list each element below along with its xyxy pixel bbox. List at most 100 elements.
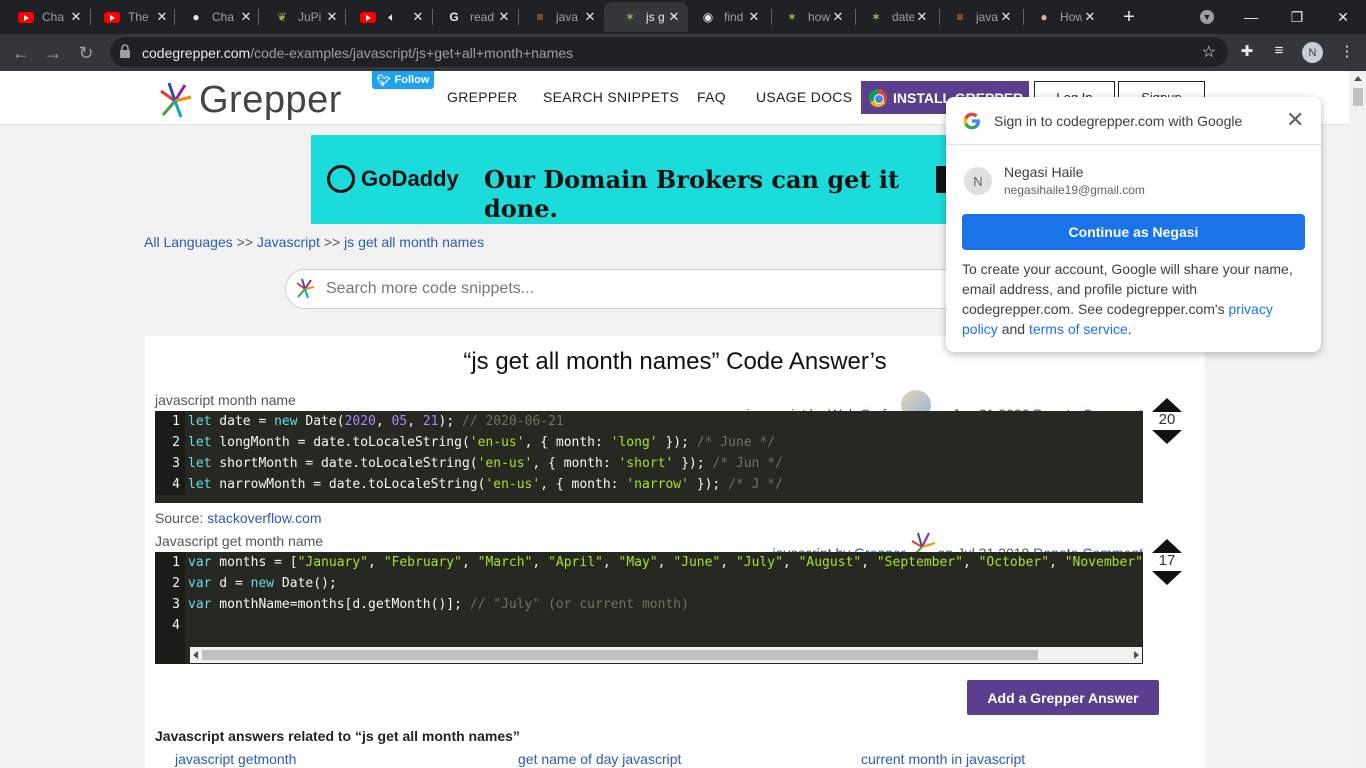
upvote-arrow-icon[interactable] <box>1152 539 1182 553</box>
nav-search-snippets[interactable]: SEARCH SNIPPETS <box>543 89 679 105</box>
breadcrumb-current[interactable]: js get all month names <box>344 234 484 250</box>
continue-as-button[interactable]: Continue as Negasi <box>962 214 1305 250</box>
github-icon: ● <box>192 10 200 24</box>
related-link[interactable]: get name of day javascript <box>518 751 681 767</box>
avatar-icon: ● <box>1040 10 1048 24</box>
breadcrumb-all-languages[interactable]: All Languages <box>144 234 233 250</box>
tab-3[interactable]: ● Cha ✕ <box>170 2 260 32</box>
grepper-logo[interactable]: Grepper <box>155 79 342 122</box>
address-bar[interactable]: codegrepper.com/code-examples/javascript… <box>110 37 1228 67</box>
google-signin-popup: Sign in to codegrepper.com with Google ✕… <box>946 97 1321 352</box>
tab-search-icon[interactable]: ▼ <box>1186 0 1228 34</box>
close-icon[interactable]: ✕ <box>582 9 598 25</box>
page-vertical-scrollbar[interactable] <box>1350 71 1366 768</box>
profile-avatar[interactable]: N <box>1302 42 1323 63</box>
close-icon[interactable]: ✕ <box>68 9 84 25</box>
ad-banner[interactable]: GoDaddy Our Domain Brokers can get it do… <box>311 135 951 224</box>
tab-5[interactable]: 🔈︎ ✕ <box>342 2 432 32</box>
close-icon[interactable]: ✕ <box>496 9 512 25</box>
code-horizontal-scrollbar[interactable] <box>190 647 1142 663</box>
close-icon[interactable]: ✕ <box>410 9 426 25</box>
source-link[interactable]: stackoverflow.com <box>207 510 321 526</box>
twitter-follow-button[interactable]: 🐦︎ Follow <box>372 71 434 89</box>
chrome-icon <box>869 88 887 107</box>
account-avatar[interactable]: N <box>964 167 992 195</box>
search-input[interactable]: Search more code snippets... <box>285 269 965 309</box>
tab-10[interactable]: ✶ how ✕ <box>766 2 852 32</box>
close-icon[interactable]: ✕ <box>746 9 762 25</box>
godaddy-mark-icon <box>327 165 355 193</box>
tab-title: java <box>556 10 579 24</box>
reload-icon[interactable]: ↻ <box>73 40 99 66</box>
restore-button[interactable]: ❐ <box>1274 0 1320 34</box>
tab-2[interactable]: The ✕ <box>86 2 176 32</box>
tab-12[interactable]: ≡ java ✕ <box>934 2 1020 32</box>
logo-wordmark: Grepper <box>199 79 342 121</box>
account-name[interactable]: Negasi Haile <box>1004 164 1083 180</box>
tab-11[interactable]: ✶ date ✕ <box>850 2 936 32</box>
bookmark-star-icon[interactable]: ☆ <box>1202 42 1216 62</box>
terms-of-service-link[interactable]: terms of service <box>1029 321 1128 337</box>
close-icon[interactable]: ✕ <box>998 9 1014 25</box>
vote-widget: 20 <box>1150 398 1184 446</box>
code-line: 2 let longMonth = date.toLocaleString('en… <box>155 432 1143 453</box>
tab-title: Cha <box>212 10 235 24</box>
tab-title: The <box>128 10 149 24</box>
leaf-icon: ❦ <box>276 10 288 24</box>
media-queue-icon[interactable]: ≡ <box>1268 42 1290 59</box>
menu-kebab-icon[interactable]: ⋮ <box>1336 42 1358 60</box>
scroll-right-arrow-icon[interactable] <box>1134 651 1139 659</box>
downvote-arrow-icon[interactable] <box>1152 430 1182 444</box>
scrollbar-thumb[interactable] <box>1353 88 1363 106</box>
tab-8-active[interactable]: ✶ js g ✕ <box>604 2 688 32</box>
new-tab-button[interactable]: + <box>1107 0 1151 34</box>
close-icon[interactable]: ✕ <box>238 9 254 25</box>
godaddy-logo: GoDaddy <box>327 165 459 193</box>
close-icon[interactable]: ✕ <box>1082 9 1098 25</box>
scroll-up-arrow-icon[interactable] <box>1354 76 1362 81</box>
close-icon[interactable]: ✕ <box>666 9 682 25</box>
url-text: codegrepper.com/code-examples/javascript… <box>142 45 574 61</box>
stackoverflow-icon: ≡ <box>956 10 964 24</box>
related-link[interactable]: javascript getmonth <box>175 751 296 767</box>
forward-arrow-icon[interactable]: → <box>40 40 66 66</box>
close-icon[interactable]: ✕ <box>830 9 846 25</box>
tab-1[interactable]: Cha ✕ <box>0 2 90 32</box>
add-grepper-answer-button[interactable]: Add a Grepper Answer <box>967 680 1159 715</box>
close-icon[interactable]: ✕ <box>914 9 930 25</box>
account-email[interactable]: negasihaile19@gmail.com <box>1004 183 1145 197</box>
breadcrumb-language[interactable]: Javascript <box>257 234 320 250</box>
scroll-left-arrow-icon[interactable] <box>193 651 198 659</box>
scrollbar-thumb[interactable] <box>202 650 1038 660</box>
tab-4[interactable]: ❦ JuPi ✕ <box>256 2 346 32</box>
code-block[interactable]: 1 let date = new Date(2020, 05, 21); // 2… <box>155 411 1143 503</box>
code-line: 4 <box>155 615 1143 636</box>
upvote-arrow-icon[interactable] <box>1152 398 1182 412</box>
nav-usage-docs[interactable]: USAGE DOCS <box>756 89 852 105</box>
tab-6[interactable]: Gread ✕ <box>428 2 518 32</box>
lock-icon[interactable] <box>120 44 130 58</box>
youtube-icon <box>104 9 120 25</box>
snippet-title: javascript month name <box>155 392 296 408</box>
close-icon[interactable]: ✕ <box>324 9 340 25</box>
close-icon[interactable]: ✕ <box>154 9 170 25</box>
back-arrow-icon[interactable]: ← <box>8 40 34 66</box>
grepper-icon: ✶ <box>870 10 882 24</box>
close-icon[interactable]: ✕ <box>1286 107 1304 133</box>
answers-panel: “js get all month names” Code Answer’s j… <box>145 336 1205 768</box>
tab-13[interactable]: ● How ✕ <box>1018 2 1104 32</box>
related-link[interactable]: current month in javascript <box>861 751 1025 767</box>
nav-grepper[interactable]: GREPPER <box>447 89 518 105</box>
extensions-puzzle-icon[interactable]: ✚ <box>1236 42 1258 60</box>
vote-widget: 17 <box>1150 539 1184 587</box>
tab-title: How <box>1060 10 1082 24</box>
popup-header: Sign in to codegrepper.com with Google ✕ <box>946 97 1321 145</box>
nav-faq[interactable]: FAQ <box>697 89 726 105</box>
close-window-button[interactable]: ✕ <box>1320 0 1366 34</box>
downvote-arrow-icon[interactable] <box>1152 571 1182 585</box>
tab-7[interactable]: ≡ java ✕ <box>514 2 604 32</box>
minimize-button[interactable]: — <box>1228 0 1274 34</box>
tab-title: java <box>976 10 998 24</box>
tab-9[interactable]: ◉ find ✕ <box>682 2 768 32</box>
google-icon: G <box>449 10 459 24</box>
